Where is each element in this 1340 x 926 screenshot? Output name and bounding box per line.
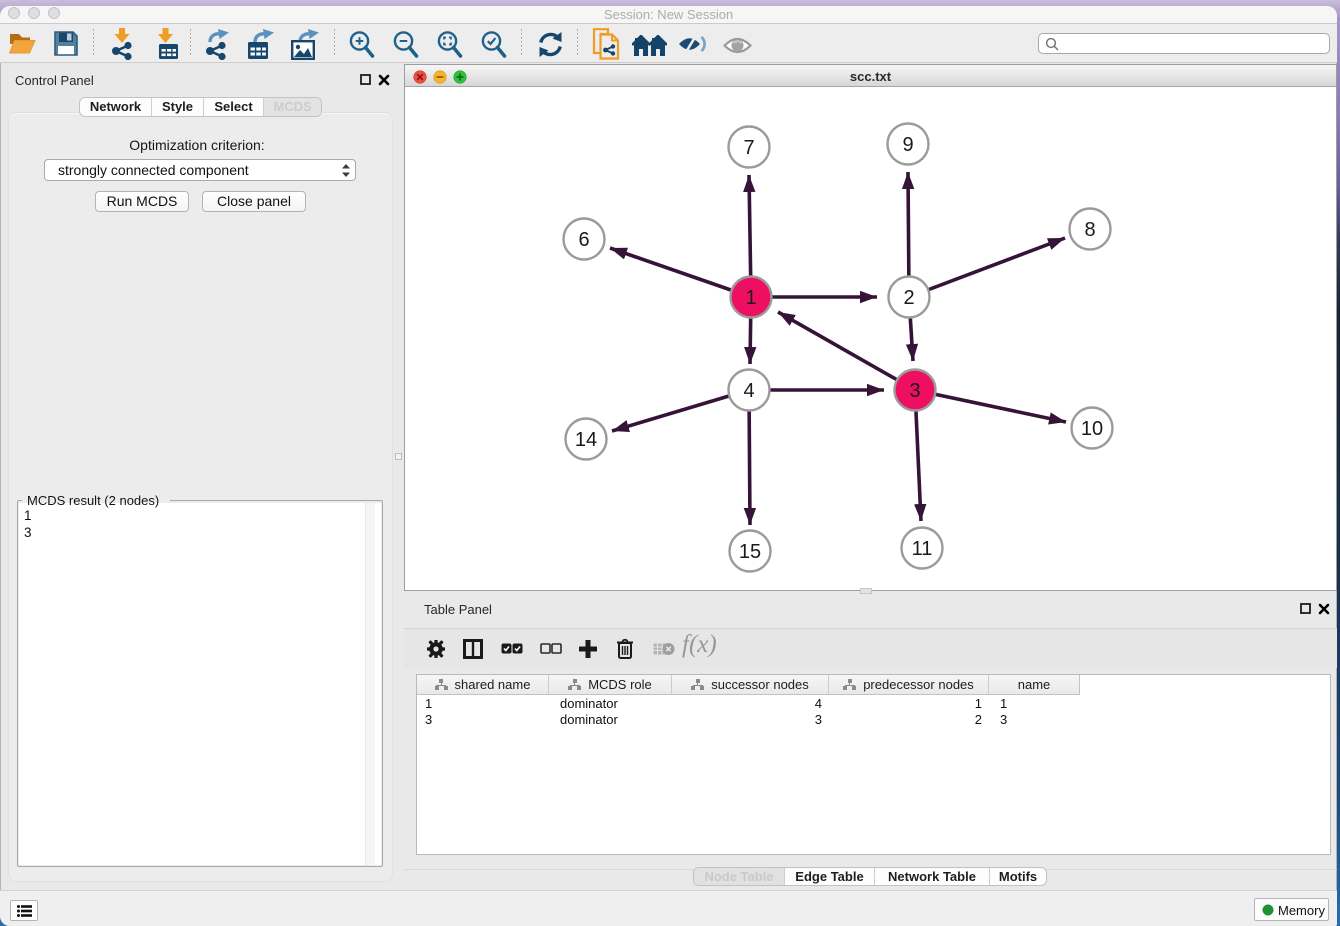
svg-text:11: 11	[912, 538, 933, 560]
svg-text:10: 10	[1081, 418, 1103, 440]
svg-text:2: 2	[903, 287, 914, 309]
svg-text:14: 14	[575, 429, 597, 451]
svg-text:1: 1	[745, 287, 756, 309]
svg-text:7: 7	[743, 137, 754, 159]
svg-text:8: 8	[1084, 219, 1095, 241]
svg-text:6: 6	[578, 229, 589, 251]
svg-text:4: 4	[743, 380, 754, 402]
svg-text:3: 3	[909, 380, 920, 402]
svg-text:15: 15	[739, 541, 761, 563]
svg-text:9: 9	[902, 134, 913, 156]
